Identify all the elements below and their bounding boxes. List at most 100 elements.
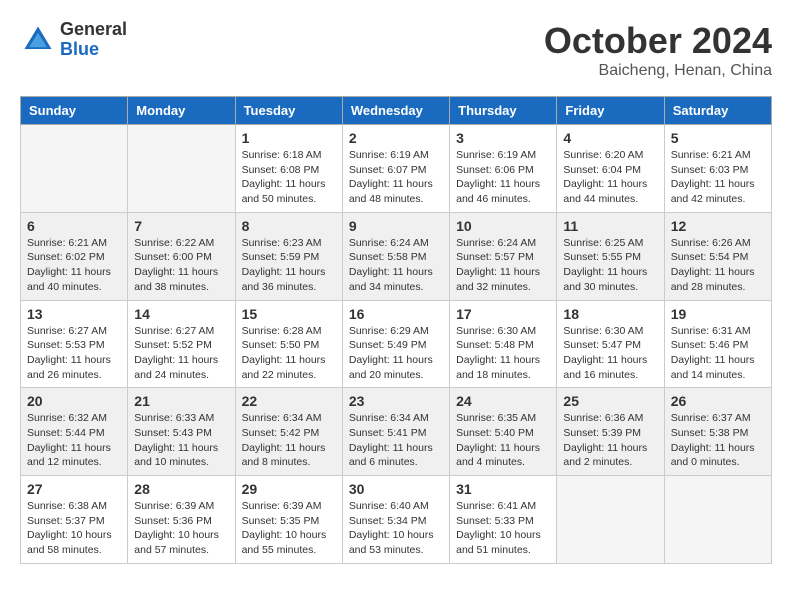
month-title: October 2024 bbox=[544, 20, 772, 62]
day-number: 20 bbox=[27, 393, 121, 409]
calendar-cell: 23 Sunrise: 6:34 AM Sunset: 5:41 PM Dayli… bbox=[342, 388, 449, 476]
weekday-header-saturday: Saturday bbox=[664, 97, 771, 125]
day-info: Sunrise: 6:20 AM Sunset: 6:04 PM Dayligh… bbox=[563, 148, 657, 207]
day-info: Sunrise: 6:35 AM Sunset: 5:40 PM Dayligh… bbox=[456, 411, 550, 470]
day-number: 29 bbox=[242, 481, 336, 497]
day-number: 1 bbox=[242, 130, 336, 146]
day-number: 11 bbox=[563, 218, 657, 234]
calendar-cell: 22 Sunrise: 6:34 AM Sunset: 5:42 PM Dayli… bbox=[235, 388, 342, 476]
weekday-header-friday: Friday bbox=[557, 97, 664, 125]
day-info: Sunrise: 6:32 AM Sunset: 5:44 PM Dayligh… bbox=[27, 411, 121, 470]
day-info: Sunrise: 6:23 AM Sunset: 5:59 PM Dayligh… bbox=[242, 236, 336, 295]
logo-icon bbox=[20, 22, 56, 58]
logo: General Blue bbox=[20, 20, 127, 60]
calendar-cell: 4 Sunrise: 6:20 AM Sunset: 6:04 PM Daylig… bbox=[557, 125, 664, 213]
day-info: Sunrise: 6:41 AM Sunset: 5:33 PM Dayligh… bbox=[456, 499, 550, 558]
logo-text: General Blue bbox=[60, 20, 127, 60]
day-number: 27 bbox=[27, 481, 121, 497]
calendar-cell: 6 Sunrise: 6:21 AM Sunset: 6:02 PM Daylig… bbox=[21, 212, 128, 300]
day-info: Sunrise: 6:37 AM Sunset: 5:38 PM Dayligh… bbox=[671, 411, 765, 470]
day-info: Sunrise: 6:34 AM Sunset: 5:41 PM Dayligh… bbox=[349, 411, 443, 470]
calendar-cell: 13 Sunrise: 6:27 AM Sunset: 5:53 PM Dayli… bbox=[21, 300, 128, 388]
calendar-cell: 20 Sunrise: 6:32 AM Sunset: 5:44 PM Dayli… bbox=[21, 388, 128, 476]
calendar-cell: 21 Sunrise: 6:33 AM Sunset: 5:43 PM Dayli… bbox=[128, 388, 235, 476]
calendar-cell: 2 Sunrise: 6:19 AM Sunset: 6:07 PM Daylig… bbox=[342, 125, 449, 213]
day-number: 4 bbox=[563, 130, 657, 146]
calendar-cell: 29 Sunrise: 6:39 AM Sunset: 5:35 PM Dayli… bbox=[235, 476, 342, 564]
day-info: Sunrise: 6:21 AM Sunset: 6:02 PM Dayligh… bbox=[27, 236, 121, 295]
day-info: Sunrise: 6:28 AM Sunset: 5:50 PM Dayligh… bbox=[242, 324, 336, 383]
day-info: Sunrise: 6:22 AM Sunset: 6:00 PM Dayligh… bbox=[134, 236, 228, 295]
day-number: 12 bbox=[671, 218, 765, 234]
day-info: Sunrise: 6:30 AM Sunset: 5:47 PM Dayligh… bbox=[563, 324, 657, 383]
day-info: Sunrise: 6:24 AM Sunset: 5:57 PM Dayligh… bbox=[456, 236, 550, 295]
day-number: 6 bbox=[27, 218, 121, 234]
day-info: Sunrise: 6:39 AM Sunset: 5:35 PM Dayligh… bbox=[242, 499, 336, 558]
day-number: 8 bbox=[242, 218, 336, 234]
calendar-cell: 18Sunrise: 6:30 AM Sunset: 5:47 PM Dayli… bbox=[557, 300, 664, 388]
day-info: Sunrise: 6:34 AM Sunset: 5:42 PM Dayligh… bbox=[242, 411, 336, 470]
day-number: 30 bbox=[349, 481, 443, 497]
title-area: October 2024 Baicheng, Henan, China bbox=[544, 20, 772, 80]
calendar-cell: 31 Sunrise: 6:41 AM Sunset: 5:33 PM Dayli… bbox=[450, 476, 557, 564]
week-row-3: 13 Sunrise: 6:27 AM Sunset: 5:53 PM Dayli… bbox=[21, 300, 772, 388]
day-number: 2 bbox=[349, 130, 443, 146]
day-info: Sunrise: 6:31 AM Sunset: 5:46 PM Dayligh… bbox=[671, 324, 765, 383]
day-info: Sunrise: 6:29 AM Sunset: 5:49 PM Dayligh… bbox=[349, 324, 443, 383]
logo-general: General bbox=[60, 20, 127, 40]
calendar-cell: 8 Sunrise: 6:23 AM Sunset: 5:59 PM Daylig… bbox=[235, 212, 342, 300]
day-info: Sunrise: 6:25 AM Sunset: 5:55 PM Dayligh… bbox=[563, 236, 657, 295]
calendar-cell bbox=[21, 125, 128, 213]
day-number: 28 bbox=[134, 481, 228, 497]
calendar-header: SundayMondayTuesdayWednesdayThursdayFrid… bbox=[21, 97, 772, 125]
calendar-cell: 24Sunrise: 6:35 AM Sunset: 5:40 PM Dayli… bbox=[450, 388, 557, 476]
calendar-cell: 15Sunrise: 6:28 AM Sunset: 5:50 PM Dayli… bbox=[235, 300, 342, 388]
weekday-header-thursday: Thursday bbox=[450, 97, 557, 125]
day-info: Sunrise: 6:30 AM Sunset: 5:48 PM Dayligh… bbox=[456, 324, 550, 383]
day-info: Sunrise: 6:38 AM Sunset: 5:37 PM Dayligh… bbox=[27, 499, 121, 558]
day-number: 7 bbox=[134, 218, 228, 234]
day-info: Sunrise: 6:24 AM Sunset: 5:58 PM Dayligh… bbox=[349, 236, 443, 295]
weekday-header-tuesday: Tuesday bbox=[235, 97, 342, 125]
day-number: 31 bbox=[456, 481, 550, 497]
day-info: Sunrise: 6:26 AM Sunset: 5:54 PM Dayligh… bbox=[671, 236, 765, 295]
day-number: 10 bbox=[456, 218, 550, 234]
day-number: 19 bbox=[671, 306, 765, 322]
weekday-header-sunday: Sunday bbox=[21, 97, 128, 125]
day-number: 13 bbox=[27, 306, 121, 322]
day-info: Sunrise: 6:19 AM Sunset: 6:06 PM Dayligh… bbox=[456, 148, 550, 207]
day-info: Sunrise: 6:27 AM Sunset: 5:52 PM Dayligh… bbox=[134, 324, 228, 383]
day-info: Sunrise: 6:21 AM Sunset: 6:03 PM Dayligh… bbox=[671, 148, 765, 207]
calendar-cell: 5 Sunrise: 6:21 AM Sunset: 6:03 PM Daylig… bbox=[664, 125, 771, 213]
calendar-cell: 30 Sunrise: 6:40 AM Sunset: 5:34 PM Dayli… bbox=[342, 476, 449, 564]
day-number: 26 bbox=[671, 393, 765, 409]
calendar-cell: 12 Sunrise: 6:26 AM Sunset: 5:54 PM Dayli… bbox=[664, 212, 771, 300]
day-number: 14 bbox=[134, 306, 228, 322]
calendar-cell bbox=[664, 476, 771, 564]
day-info: Sunrise: 6:36 AM Sunset: 5:39 PM Dayligh… bbox=[563, 411, 657, 470]
logo-blue: Blue bbox=[60, 40, 127, 60]
day-number: 22 bbox=[242, 393, 336, 409]
day-info: Sunrise: 6:39 AM Sunset: 5:36 PM Dayligh… bbox=[134, 499, 228, 558]
calendar-cell: 19 Sunrise: 6:31 AM Sunset: 5:46 PM Dayli… bbox=[664, 300, 771, 388]
weekday-header-wednesday: Wednesday bbox=[342, 97, 449, 125]
day-info: Sunrise: 6:27 AM Sunset: 5:53 PM Dayligh… bbox=[27, 324, 121, 383]
calendar-cell: 27 Sunrise: 6:38 AM Sunset: 5:37 PM Dayli… bbox=[21, 476, 128, 564]
day-number: 3 bbox=[456, 130, 550, 146]
day-info: Sunrise: 6:40 AM Sunset: 5:34 PM Dayligh… bbox=[349, 499, 443, 558]
calendar-cell: 7 Sunrise: 6:22 AM Sunset: 6:00 PM Daylig… bbox=[128, 212, 235, 300]
calendar: SundayMondayTuesdayWednesdayThursdayFrid… bbox=[20, 96, 772, 564]
day-number: 16 bbox=[349, 306, 443, 322]
day-number: 23 bbox=[349, 393, 443, 409]
week-row-4: 20 Sunrise: 6:32 AM Sunset: 5:44 PM Dayli… bbox=[21, 388, 772, 476]
day-number: 21 bbox=[134, 393, 228, 409]
day-info: Sunrise: 6:33 AM Sunset: 5:43 PM Dayligh… bbox=[134, 411, 228, 470]
calendar-cell: 3 Sunrise: 6:19 AM Sunset: 6:06 PM Daylig… bbox=[450, 125, 557, 213]
calendar-cell: 16 Sunrise: 6:29 AM Sunset: 5:49 PM Dayli… bbox=[342, 300, 449, 388]
day-info: Sunrise: 6:19 AM Sunset: 6:07 PM Dayligh… bbox=[349, 148, 443, 207]
page-header: General Blue October 2024 Baicheng, Hena… bbox=[20, 20, 772, 80]
day-number: 5 bbox=[671, 130, 765, 146]
calendar-cell bbox=[128, 125, 235, 213]
day-number: 25 bbox=[563, 393, 657, 409]
week-row-5: 27 Sunrise: 6:38 AM Sunset: 5:37 PM Dayli… bbox=[21, 476, 772, 564]
